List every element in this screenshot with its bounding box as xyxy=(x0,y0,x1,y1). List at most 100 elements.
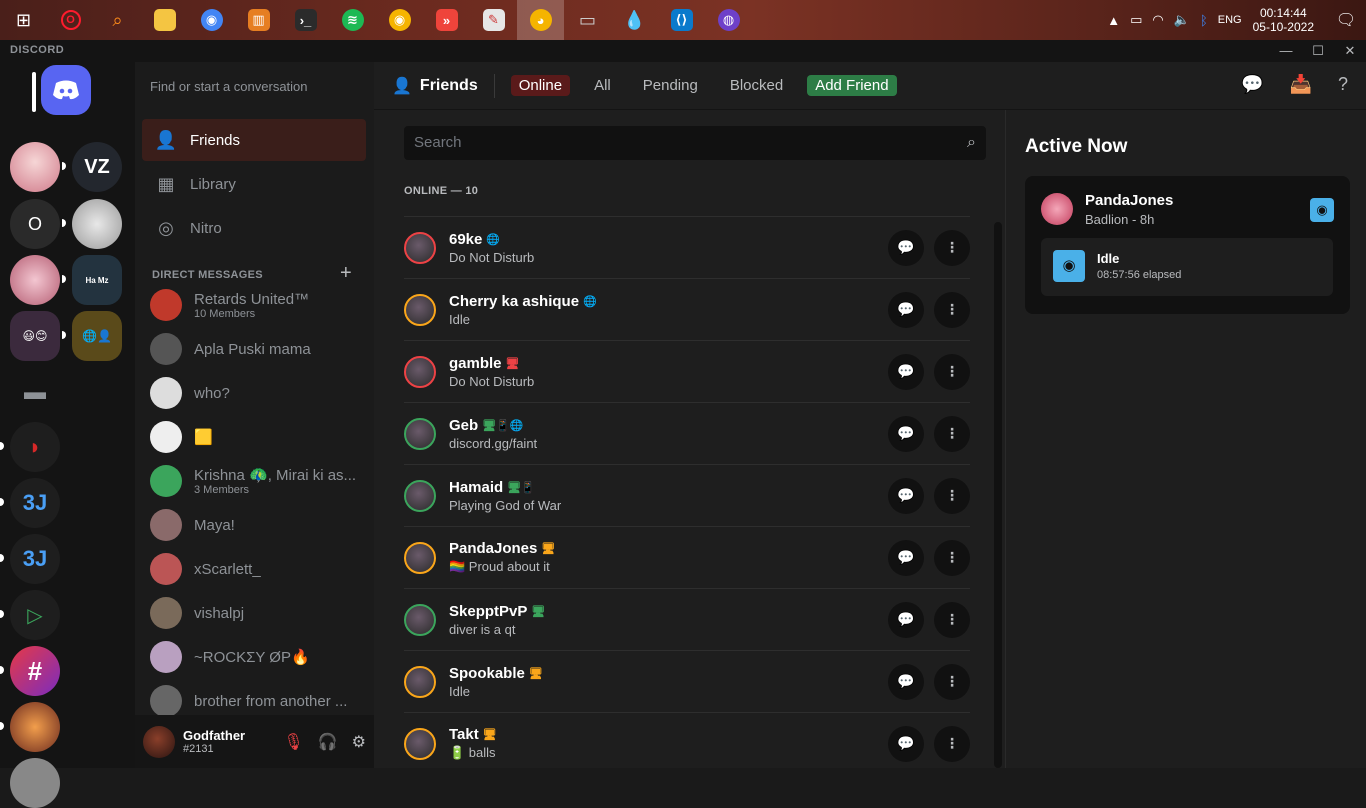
dm-item[interactable]: who? xyxy=(142,372,366,414)
chrome-canary-icon[interactable]: ◉ xyxy=(376,0,423,40)
more-options-button[interactable]: ⋮ xyxy=(934,353,970,390)
windows-start-icon[interactable]: ⊞ xyxy=(0,0,47,40)
sound-mixer-icon[interactable]: ▥ xyxy=(235,0,282,40)
new-group-dm-icon[interactable]: 💬 xyxy=(1241,74,1263,95)
nav-library[interactable]: ▦ Library xyxy=(142,163,366,205)
message-button[interactable]: 💬 xyxy=(888,725,924,762)
dm-item[interactable]: 🟨 xyxy=(142,416,366,458)
volume-icon[interactable]: 🔈 xyxy=(1174,12,1190,28)
more-options-button[interactable]: ⋮ xyxy=(934,291,970,328)
search-icon[interactable]: ⌕ xyxy=(94,0,141,40)
help-icon[interactable]: ? xyxy=(1338,74,1348,95)
server-folder-2[interactable]: 😃😊 xyxy=(10,311,60,361)
server-anime-girl[interactable] xyxy=(10,142,60,192)
battery-icon[interactable]: ▭ xyxy=(1130,12,1142,28)
message-button[interactable]: 💬 xyxy=(888,291,924,328)
chrome-icon[interactable]: ◉ xyxy=(188,0,235,40)
bluetooth-icon[interactable]: ᛒ xyxy=(1200,13,1208,28)
more-options-button[interactable]: ⋮ xyxy=(934,601,970,638)
mute-mic-icon[interactable]: 🎙 xyxy=(283,732,303,752)
server-o[interactable]: O xyxy=(10,199,60,249)
friend-row[interactable]: Spookable 🖥 Idle 💬 ⋮ xyxy=(404,650,970,712)
message-button[interactable]: 💬 xyxy=(888,477,924,514)
server-play[interactable]: ▷ xyxy=(10,590,60,640)
notification-icon[interactable]: 🗨 xyxy=(1326,10,1366,30)
friends-search-input[interactable]: Search ⌕ xyxy=(404,126,986,160)
more-options-button[interactable]: ⋮ xyxy=(934,415,970,452)
inbox-icon[interactable]: 📥 xyxy=(1290,74,1312,95)
discord-taskbar-icon[interactable]: ◕ xyxy=(517,0,564,40)
nav-nitro[interactable]: ◎ Nitro xyxy=(142,207,366,249)
user-avatar[interactable] xyxy=(143,725,175,758)
friend-row[interactable]: 69ke 🌐 Do Not Disturb 💬 ⋮ xyxy=(404,216,970,278)
vscode-icon[interactable]: ⟨⟩ xyxy=(658,0,705,40)
more-options-button[interactable]: ⋮ xyxy=(934,725,970,762)
dm-item[interactable]: Krishna 🦚, Mirai ki as... 3 Members xyxy=(142,460,366,502)
more-options-button[interactable]: ⋮ xyxy=(934,229,970,266)
friend-row[interactable]: PandaJones 🖥 🏳️‍🌈 Proud about it 💬 ⋮ xyxy=(404,526,970,588)
tab-all[interactable]: All xyxy=(586,75,619,96)
nav-friends[interactable]: 👤 Friends xyxy=(142,119,366,161)
tab-pending[interactable]: Pending xyxy=(635,75,706,96)
server-folder-3[interactable]: 🌐👤 xyxy=(72,311,122,361)
message-button[interactable]: 💬 xyxy=(888,415,924,452)
more-options-button[interactable]: ⋮ xyxy=(934,477,970,514)
language-indicator[interactable]: ENG xyxy=(1218,14,1242,26)
more-options-button[interactable]: ⋮ xyxy=(934,663,970,700)
server-vz[interactable]: VZ xyxy=(72,142,122,192)
wifi-icon[interactable]: ◠ xyxy=(1152,12,1163,28)
paint-icon[interactable]: ✎ xyxy=(470,0,517,40)
dm-item[interactable]: ~ROCKΣY ØP🔥 xyxy=(142,636,366,678)
terminal-icon[interactable]: ›_ xyxy=(282,0,329,40)
server-lantern[interactable] xyxy=(10,702,60,752)
find-conversation-input[interactable]: Find or start a conversation xyxy=(145,74,364,100)
usb-icon[interactable]: ▭ xyxy=(564,0,611,40)
anydesk-icon[interactable]: » xyxy=(423,0,470,40)
tab-online[interactable]: Online xyxy=(510,75,571,96)
create-dm-plus-icon[interactable]: + xyxy=(340,262,352,285)
server-white-cat[interactable] xyxy=(72,199,122,249)
server-3j-b[interactable]: 3J xyxy=(10,534,60,584)
server-3j-a[interactable]: 3J xyxy=(10,478,60,528)
friends-scrollbar[interactable] xyxy=(994,222,1002,768)
tab-blocked[interactable]: Blocked xyxy=(722,75,791,96)
dm-item[interactable]: xScarlett_ xyxy=(142,548,366,590)
friend-row[interactable]: SkepptPvP 🖥 diver is a qt 💬 ⋮ xyxy=(404,588,970,650)
message-button[interactable]: 💬 xyxy=(888,663,924,700)
add-friend-button[interactable]: Add Friend xyxy=(807,75,897,96)
close-button[interactable]: ✕ xyxy=(1334,40,1366,62)
friend-row[interactable]: Geb 🖥📱🌐 discord.gg/faint 💬 ⋮ xyxy=(404,402,970,464)
dm-item[interactable]: vishalpj xyxy=(142,592,366,634)
message-button[interactable]: 💬 xyxy=(888,601,924,638)
friend-row[interactable]: Hamaid 🖥📱 Playing God of War 💬 ⋮ xyxy=(404,464,970,526)
server-pink[interactable] xyxy=(10,255,60,305)
settings-gear-icon[interactable]: ⚙ xyxy=(352,732,366,752)
dm-item[interactable]: Maya! xyxy=(142,504,366,546)
water-drop-icon[interactable]: 💧 xyxy=(611,0,658,40)
clock[interactable]: 00:14:44 05-10-2022 xyxy=(1253,6,1314,34)
headphones-icon[interactable]: 🎧 xyxy=(318,732,338,752)
friend-row[interactable]: gamble 🖥 Do Not Disturb 💬 ⋮ xyxy=(404,340,970,402)
message-button[interactable]: 💬 xyxy=(888,353,924,390)
message-button[interactable]: 💬 xyxy=(888,229,924,266)
more-options-button[interactable]: ⋮ xyxy=(934,539,970,576)
server-among-us[interactable]: ◗ xyxy=(10,422,60,472)
github-desktop-icon[interactable]: ◍ xyxy=(705,0,752,40)
folder-icon[interactable]: ▬ xyxy=(10,367,60,417)
server-partial[interactable] xyxy=(10,758,60,808)
file-explorer-icon[interactable] xyxy=(141,0,188,40)
message-button[interactable]: 💬 xyxy=(888,539,924,576)
active-now-card[interactable]: PandaJones Badlion - 8h ◉ ◉ Idle 08:57:5… xyxy=(1025,176,1350,314)
server-folder-1[interactable]: Ha Mz xyxy=(72,255,122,305)
maximize-button[interactable]: ☐ xyxy=(1302,40,1334,62)
server-hash[interactable]: # xyxy=(10,646,60,696)
chevron-up-icon[interactable]: ▲ xyxy=(1107,13,1120,28)
opera-icon[interactable]: O xyxy=(47,0,94,40)
minimize-button[interactable]: — xyxy=(1270,40,1302,62)
home-button[interactable] xyxy=(41,65,91,115)
spotify-icon[interactable]: ≋ xyxy=(329,0,376,40)
friend-row[interactable]: Cherry ka ashique 🌐 Idle 💬 ⋮ xyxy=(404,278,970,340)
dm-item[interactable]: Retards United™ 10 Members xyxy=(142,284,366,326)
friend-row[interactable]: Takt 🖥 🔋 balls 💬 ⋮ xyxy=(404,712,970,774)
dm-item[interactable]: Apla Puski mama xyxy=(142,328,366,370)
